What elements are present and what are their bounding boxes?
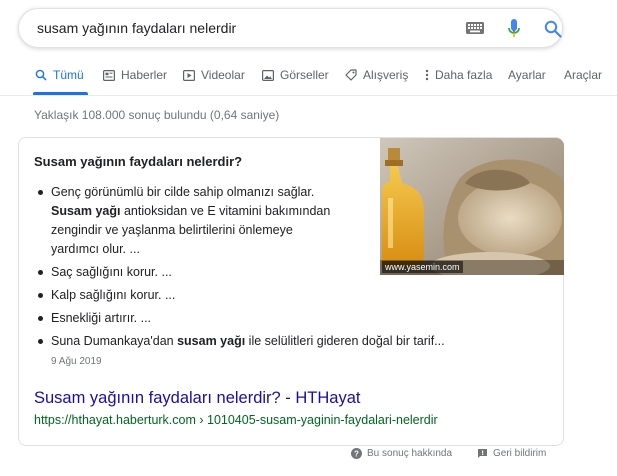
about-result-link[interactable]: ? Bu sonuç hakkında: [351, 448, 452, 459]
snippet-date: 9 Ağu 2019: [51, 356, 102, 367]
list-item-text: Suna Dumankaya'dan: [51, 334, 174, 348]
tab-videos[interactable]: Videolar: [183, 68, 245, 82]
tab-images-label: Görseller: [280, 68, 329, 82]
snippet-list: Genç görünümlü bir cilde sahip olmanızı …: [34, 183, 445, 351]
svg-text:?: ?: [354, 450, 359, 459]
list-item-text: Genç görünümlü bir cilde sahip olmanızı …: [51, 185, 315, 199]
tab-more[interactable]: Daha fazla: [425, 68, 492, 82]
image-icon: [262, 69, 274, 81]
search-icon[interactable]: [544, 20, 562, 38]
list-item-text: Esnekliği artırır. ...: [51, 311, 152, 325]
tab-all-label: Tümü: [53, 68, 84, 82]
tab-more-label: Daha fazla: [435, 68, 493, 82]
list-item-text: yardımcı olur. ...: [51, 242, 140, 256]
tab-tools[interactable]: Araçlar: [564, 68, 602, 82]
list-item-text: Kalp sağlığını korur. ...: [51, 288, 176, 302]
help-icon: ?: [351, 448, 362, 459]
tab-settings[interactable]: Ayarlar: [508, 68, 546, 82]
snippet-title: Susam yağının faydaları nelerdir?: [34, 154, 243, 169]
microphone-icon[interactable]: [507, 19, 521, 39]
search-input[interactable]: susam yağının faydaları nelerdir: [37, 20, 236, 36]
feedback-link[interactable]: Geri bildirim: [477, 448, 546, 459]
tab-shopping[interactable]: Alışveriş: [345, 68, 408, 82]
list-item-text: zengindir ve yaşlanma belirtilerini önle…: [51, 223, 293, 237]
keyboard-icon[interactable]: [466, 22, 484, 34]
list-item-text: ile selülitleri gideren doğal bir tarif.…: [248, 334, 445, 348]
search-icon: [35, 69, 47, 81]
tab-settings-label: Ayarlar: [508, 68, 546, 82]
tab-news-label: Haberler: [121, 68, 168, 82]
feedback-label: Geri bildirim: [493, 448, 547, 459]
active-tab-indicator: [33, 92, 88, 95]
tab-shopping-label: Alışveriş: [363, 68, 409, 82]
tab-tools-label: Araçlar: [564, 68, 603, 82]
about-result-label: Bu sonuç hakkında: [367, 448, 453, 459]
tab-images[interactable]: Görseller: [262, 68, 329, 82]
tag-icon: [345, 69, 357, 81]
tab-videos-label: Videolar: [201, 68, 245, 82]
featured-snippet: Susam yağının faydaları nelerdir? www.ya…: [18, 137, 564, 446]
list-item: Genç görünümlü bir cilde sahip olmanızı …: [34, 183, 374, 259]
search-tabs: Tümü Haberler Videolar Görseller Alışver…: [0, 62, 617, 96]
list-item: Saç sağlığını korur. ...: [34, 263, 374, 282]
image-caption: www.yasemin.com: [382, 261, 463, 273]
list-item: Kalp sağlığını korur. ...: [34, 286, 374, 305]
result-url[interactable]: https://hthayat.haberturk.com › 1010405-…: [34, 413, 438, 427]
sesame-oil-photo: [380, 138, 564, 275]
list-item-text: antioksidan ve E vitamini bakımından: [123, 204, 331, 218]
search-box[interactable]: susam yağının faydaları nelerdir: [18, 8, 563, 48]
result-title-link[interactable]: Susam yağının faydaları nelerdir? - HTHa…: [34, 389, 360, 408]
tab-news[interactable]: Haberler: [103, 68, 167, 82]
feedback-icon: [478, 449, 487, 458]
list-item: Esnekliği artırır. ...: [34, 309, 374, 328]
bold-keyword: Susam yağı: [51, 204, 121, 218]
video-icon: [183, 69, 195, 81]
tab-all[interactable]: Tümü: [35, 68, 84, 82]
snippet-image[interactable]: www.yasemin.com: [380, 138, 564, 275]
list-item: Suna Dumankaya'dan susam yağı ile selüli…: [34, 332, 504, 351]
list-item-text: Saç sağlığını korur. ...: [51, 265, 172, 279]
bold-keyword: susam yağı: [177, 334, 246, 348]
more-vert-icon: [425, 69, 429, 81]
result-stats: Yaklaşık 108.000 sonuç bulundu (0,64 san…: [34, 108, 280, 122]
news-icon: [103, 69, 115, 81]
